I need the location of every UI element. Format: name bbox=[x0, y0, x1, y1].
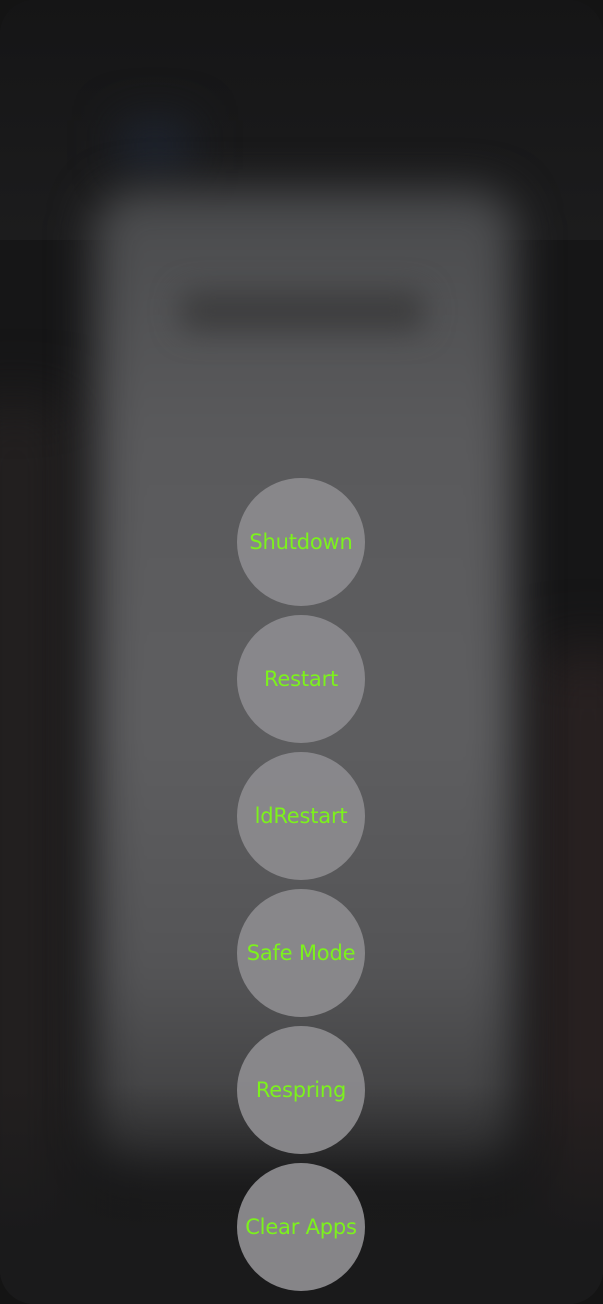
device-screen: Shutdown Restart ldRestart Safe Mode Res… bbox=[0, 0, 603, 1304]
blurred-background-spot bbox=[120, 120, 190, 170]
respring-button[interactable]: Respring bbox=[237, 1026, 365, 1154]
shutdown-button[interactable]: Shutdown bbox=[237, 478, 365, 606]
ldrestart-button[interactable]: ldRestart bbox=[237, 752, 365, 880]
respring-label: Respring bbox=[255, 1078, 347, 1102]
ldrestart-label: ldRestart bbox=[254, 804, 348, 828]
restart-label: Restart bbox=[263, 667, 339, 691]
blurred-app-card-bar bbox=[180, 290, 425, 332]
clear-apps-button[interactable]: Clear Apps bbox=[237, 1163, 365, 1291]
safe-mode-label: Safe Mode bbox=[246, 941, 356, 965]
safe-mode-button[interactable]: Safe Mode bbox=[237, 889, 365, 1017]
shutdown-label: Shutdown bbox=[249, 530, 353, 554]
clear-apps-label: Clear Apps bbox=[245, 1215, 357, 1239]
restart-button[interactable]: Restart bbox=[237, 615, 365, 743]
power-menu: Shutdown Restart ldRestart Safe Mode Res… bbox=[237, 478, 366, 1300]
